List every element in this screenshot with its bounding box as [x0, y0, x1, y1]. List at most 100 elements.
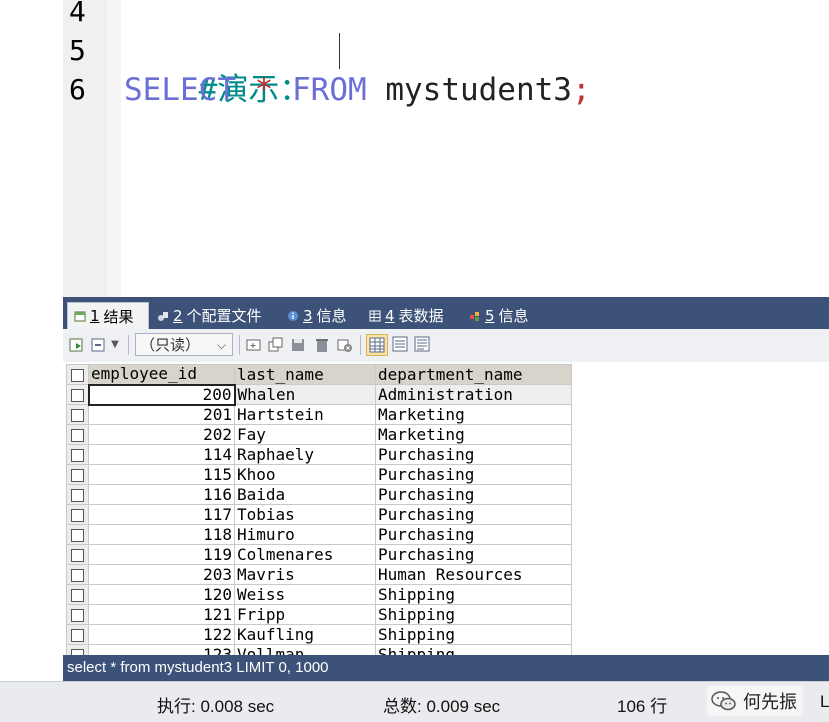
row-checkbox[interactable] [66, 544, 89, 565]
row-checkbox[interactable] [66, 644, 89, 655]
table-row[interactable]: 119 Colmenares Purchasing [66, 544, 572, 565]
cell-last-name[interactable]: Baida [234, 484, 376, 505]
cell-department-name[interactable]: Marketing [375, 424, 572, 445]
export-icon[interactable] [68, 336, 86, 354]
duplicate-row-icon[interactable] [267, 336, 285, 354]
toolbar-divider [128, 335, 129, 355]
cell-employee-id[interactable]: 200 [87, 383, 236, 406]
cell-last-name[interactable]: Hartstein [234, 404, 376, 425]
cell-last-name[interactable]: Fay [234, 424, 376, 445]
cell-employee-id[interactable]: 117 [88, 504, 235, 525]
cell-employee-id[interactable]: 202 [88, 424, 235, 445]
cancel-changes-icon[interactable] [336, 336, 354, 354]
cell-department-name[interactable]: Purchasing [375, 504, 572, 525]
readonly-dropdown[interactable]: （只读） ⌵ [135, 333, 233, 356]
table-row[interactable]: 116 Baida Purchasing [66, 484, 572, 505]
cell-department-name[interactable]: Purchasing [375, 444, 572, 465]
column-header-employee-id[interactable]: employee_id [88, 364, 235, 385]
tab-results[interactable]: 1 结果 [67, 302, 149, 329]
cell-employee-id[interactable]: 121 [88, 604, 235, 625]
cell-last-name[interactable]: Whalen [234, 384, 376, 405]
code-line-6[interactable]: SELECT * FROM mystudent3; [124, 70, 591, 110]
column-header-department-name[interactable]: department_name [375, 364, 572, 385]
cell-employee-id[interactable]: 123 [88, 644, 235, 655]
row-checkbox[interactable] [66, 444, 89, 465]
cell-department-name[interactable]: Shipping [375, 584, 572, 605]
cell-department-name[interactable]: Purchasing [375, 464, 572, 485]
cell-department-name[interactable]: Purchasing [375, 484, 572, 505]
cell-last-name[interactable]: Khoo [234, 464, 376, 485]
cell-last-name[interactable]: Colmenares [234, 544, 376, 565]
cell-last-name[interactable]: Tobias [234, 504, 376, 525]
form-view-icon[interactable] [390, 334, 412, 356]
cell-employee-id[interactable]: 119 [88, 544, 235, 565]
cell-employee-id[interactable]: 122 [88, 624, 235, 645]
cell-last-name[interactable]: Kaufling [234, 624, 376, 645]
table-row[interactable]: 118 Himuro Purchasing [66, 524, 572, 545]
cell-last-name[interactable]: Himuro [234, 524, 376, 545]
status-trailing: L [820, 692, 829, 711]
cell-department-name[interactable]: Purchasing [375, 544, 572, 565]
insert-row-icon[interactable] [245, 336, 263, 354]
delete-icon[interactable] [313, 336, 331, 354]
cell-last-name[interactable]: Weiss [234, 584, 376, 605]
table-row[interactable]: 202 Fay Marketing [66, 424, 572, 445]
tab-messages[interactable]: 3 信息 [281, 302, 357, 329]
row-checkbox[interactable] [66, 404, 89, 425]
cell-last-name[interactable]: Fripp [234, 604, 376, 625]
cell-employee-id[interactable]: 201 [88, 404, 235, 425]
tab-profiles[interactable]: 2 个配置文件 [151, 302, 275, 329]
text-view-icon[interactable] [412, 334, 434, 356]
cell-department-name[interactable]: Shipping [375, 644, 572, 655]
cell-employee-id[interactable]: 203 [88, 564, 235, 585]
cell-employee-id[interactable]: 118 [88, 524, 235, 545]
cell-employee-id[interactable]: 120 [88, 584, 235, 605]
grid-view-icon[interactable] [366, 334, 388, 356]
table-row[interactable]: 200 Whalen Administration [66, 383, 572, 406]
result-grid: employee_id last_name department_name 20… [66, 364, 572, 655]
row-checkbox[interactable] [66, 564, 89, 585]
cell-last-name[interactable]: Raphaely [234, 444, 376, 465]
table-row[interactable]: 203 Mavris Human Resources [66, 564, 572, 585]
row-checkbox[interactable] [66, 584, 89, 605]
cell-employee-id[interactable]: 116 [88, 484, 235, 505]
cell-employee-id[interactable]: 114 [88, 444, 235, 465]
tab-table-data[interactable]: 4 表数据 [363, 302, 459, 329]
table-row[interactable]: 201 Hartstein Marketing [66, 404, 572, 425]
tab-info[interactable]: 5 信息 [463, 302, 543, 329]
cell-department-name[interactable]: Purchasing [375, 524, 572, 545]
row-checkbox[interactable] [66, 524, 89, 545]
cell-department-name[interactable]: Administration [375, 384, 572, 405]
row-checkbox[interactable] [66, 484, 89, 505]
cell-department-name[interactable]: Marketing [375, 404, 572, 425]
result-grid-area[interactable]: employee_id last_name department_name 20… [63, 362, 829, 655]
cell-department-name[interactable]: Shipping [375, 604, 572, 625]
table-row[interactable]: 117 Tobias Purchasing [66, 504, 572, 525]
cell-department-name[interactable]: Human Resources [375, 564, 572, 585]
row-checkbox[interactable] [66, 604, 89, 625]
select-all-checkbox[interactable] [66, 364, 89, 385]
table-row[interactable]: 114 Raphaely Purchasing [66, 444, 572, 465]
sql-editor[interactable]: 4 5 6 #演示： SELECT * FROM mystudent3; [63, 0, 829, 297]
table-row[interactable]: 115 Khoo Purchasing [66, 464, 572, 485]
row-checkbox[interactable] [66, 384, 89, 405]
cell-department-name[interactable]: Shipping [375, 624, 572, 645]
table-row[interactable]: 122 Kaufling Shipping [66, 624, 572, 645]
chevron-down-icon[interactable]: ▼ [108, 336, 122, 354]
save-icon[interactable] [289, 336, 307, 354]
cell-employee-id[interactable]: 115 [88, 464, 235, 485]
text-caret [339, 33, 340, 69]
table-row[interactable]: 123 Vollman Shipping [66, 644, 572, 655]
table-row[interactable]: 120 Weiss Shipping [66, 584, 572, 605]
row-checkbox[interactable] [66, 424, 89, 445]
tab-label: 结果 [103, 307, 134, 326]
import-icon[interactable] [90, 336, 108, 354]
row-checkbox[interactable] [66, 624, 89, 645]
row-checkbox[interactable] [66, 504, 89, 525]
operator-star: * [254, 72, 274, 108]
column-header-last-name[interactable]: last_name [234, 364, 376, 385]
table-row[interactable]: 121 Fripp Shipping [66, 604, 572, 625]
cell-last-name[interactable]: Vollman [234, 644, 376, 655]
cell-last-name[interactable]: Mavris [234, 564, 376, 585]
row-checkbox[interactable] [66, 464, 89, 485]
